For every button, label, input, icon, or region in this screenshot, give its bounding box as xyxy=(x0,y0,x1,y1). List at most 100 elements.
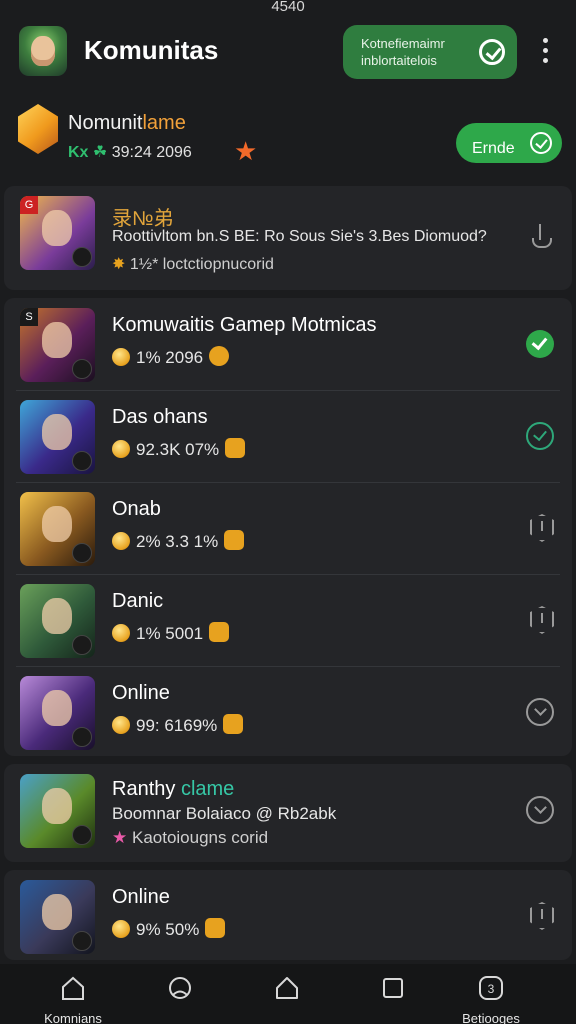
bell-icon: 3 xyxy=(479,976,503,1000)
item-subtitle: Boomnar Bolaiaco @ Rb2abk xyxy=(112,804,337,823)
item-title: Danic xyxy=(112,590,164,612)
list-item[interactable]: Das ohans 92.3K 07% xyxy=(4,390,572,482)
chip-icon xyxy=(223,714,244,734)
nav-label-settings: Betiooges xyxy=(462,1011,520,1024)
item-subtitle: 1% 5001 xyxy=(112,622,230,644)
square-icon xyxy=(383,978,403,998)
more-menu-icon[interactable] xyxy=(535,38,555,68)
info-icon[interactable] xyxy=(530,224,552,248)
item-title: 录№弟 xyxy=(112,208,174,230)
status-bar: 4540 xyxy=(0,0,576,16)
item-subtitle: Roottivltom bn.S BE: Ro Sous Sie's 3.Bes… xyxy=(112,228,487,245)
item-title: Das ohans xyxy=(112,406,208,428)
nav-item-library[interactable] xyxy=(348,970,438,1024)
item-subtitle: 2% 3.3 1% xyxy=(112,530,245,552)
game-thumbnail: S xyxy=(20,308,95,382)
item-title: Online xyxy=(112,682,170,704)
coin-icon xyxy=(112,532,130,550)
status-time: 4540 xyxy=(271,0,305,15)
nav-item-settings[interactable]: 3 Betiooges xyxy=(446,970,536,1024)
nav-item-home[interactable]: Komnians xyxy=(28,970,118,1024)
chip-icon xyxy=(209,622,230,642)
tag-icon: G xyxy=(20,196,38,214)
join-button[interactable]: Ernde xyxy=(456,123,562,163)
shield-icon[interactable] xyxy=(530,902,554,930)
star-icon: ★ xyxy=(234,136,258,166)
coin-icon xyxy=(112,348,130,366)
item-detail: ★ Kaotoiougns corid xyxy=(112,828,269,847)
small-badge-icon xyxy=(72,825,92,845)
home-outline-icon xyxy=(276,977,298,999)
game-thumbnail xyxy=(20,584,95,658)
item-detail: ✸ 1½* loctctiopnucorid xyxy=(112,256,274,273)
nav-item-explore[interactable] xyxy=(242,970,332,1024)
item-title: Online xyxy=(112,886,170,908)
coin-icon xyxy=(112,716,130,734)
check-green-icon[interactable] xyxy=(526,330,554,358)
small-badge-icon xyxy=(72,931,92,951)
list-item[interactable]: Onab 2% 3.3 1% xyxy=(4,482,572,574)
profile-meta-prefix: Kx xyxy=(68,144,89,161)
small-badge-icon xyxy=(72,543,92,563)
profile-name: Nomunitlame xyxy=(68,112,186,135)
small-badge-icon xyxy=(72,247,92,267)
game-thumbnail xyxy=(20,492,95,566)
rank-badge-icon xyxy=(18,104,58,154)
check-circle-icon xyxy=(479,39,505,65)
item-subtitle: 99: 6169% xyxy=(112,714,244,736)
profile-name-main: Nomunit xyxy=(68,112,143,134)
game-list-card: S Komuwaitis Gamep Motmicas 1% 2096 Das … xyxy=(4,298,572,756)
chip-icon xyxy=(225,438,246,458)
item-subtitle: 9% 50% xyxy=(112,918,226,940)
chip-icon xyxy=(224,530,245,550)
app-avatar[interactable] xyxy=(19,26,67,76)
game-card: Ranthy clame Boomnar Bolaiaco @ Rb2abk ★… xyxy=(4,764,572,862)
notification-banner[interactable]: Kotnefiemaimr inblortaitelois xyxy=(343,25,517,79)
item-title: Onab xyxy=(112,498,161,520)
clover-icon: ☘ xyxy=(92,144,108,161)
svg-text:3: 3 xyxy=(488,982,495,996)
home-icon xyxy=(62,976,84,1000)
app-header: Komunitas Kotnefiemaimr inblortaitelois xyxy=(0,22,576,84)
game-thumbnail: G xyxy=(20,196,95,270)
emoji-icon xyxy=(209,346,230,366)
small-badge-icon xyxy=(72,359,92,379)
list-item[interactable]: G 录№弟 Roottivltom bn.S BE: Ro Sous Sie's… xyxy=(4,186,572,278)
chevron-down-icon[interactable] xyxy=(526,796,554,824)
bottom-nav: Komnians 3 Betiooges xyxy=(0,964,576,1024)
game-thumbnail xyxy=(20,880,95,954)
shield-icon[interactable] xyxy=(530,606,554,634)
item-subtitle: 92.3K 07% xyxy=(112,438,246,460)
star-icon: ★ xyxy=(112,828,128,847)
profile-name-accent: lame xyxy=(142,112,186,134)
item-subtitle: 1% 2096 xyxy=(112,346,230,368)
check-circle-icon xyxy=(530,132,552,154)
coin-icon xyxy=(112,440,130,458)
profile-meta-value: 39:24 2096 xyxy=(111,144,192,161)
profile-meta: Kx ☘ 39:24 2096 xyxy=(68,142,192,162)
item-title: Komuwaitis Gamep Motmicas xyxy=(112,314,377,336)
coin-icon xyxy=(112,920,130,938)
item-title: Ranthy clame xyxy=(112,778,235,800)
tag-icon: S xyxy=(20,308,38,326)
coin-icon xyxy=(112,624,130,642)
list-item[interactable]: Ranthy clame Boomnar Bolaiaco @ Rb2abk ★… xyxy=(4,764,572,856)
small-badge-icon xyxy=(72,727,92,747)
nav-item-profile[interactable] xyxy=(135,970,225,1024)
list-item[interactable]: Online 99: 6169% xyxy=(4,666,572,758)
list-item[interactable]: S Komuwaitis Gamep Motmicas 1% 2096 xyxy=(4,298,572,390)
check-outline-icon[interactable] xyxy=(526,422,554,450)
list-item[interactable]: Online 9% 50% xyxy=(4,870,572,962)
page-title: Komunitas xyxy=(84,35,219,65)
chevron-down-icon[interactable] xyxy=(526,698,554,726)
game-thumbnail xyxy=(20,400,95,474)
join-button-label: Ernde xyxy=(472,139,515,157)
list-item[interactable]: Danic 1% 5001 xyxy=(4,574,572,666)
shield-icon[interactable] xyxy=(530,514,554,542)
game-thumbnail xyxy=(20,676,95,750)
small-badge-icon xyxy=(72,451,92,471)
profile-row: Nomunitlame Kx ☘ 39:24 2096 ★ Ernde xyxy=(0,96,576,174)
game-card: Online 9% 50% xyxy=(4,870,572,960)
small-badge-icon xyxy=(72,635,92,655)
profile-icon xyxy=(169,977,191,999)
